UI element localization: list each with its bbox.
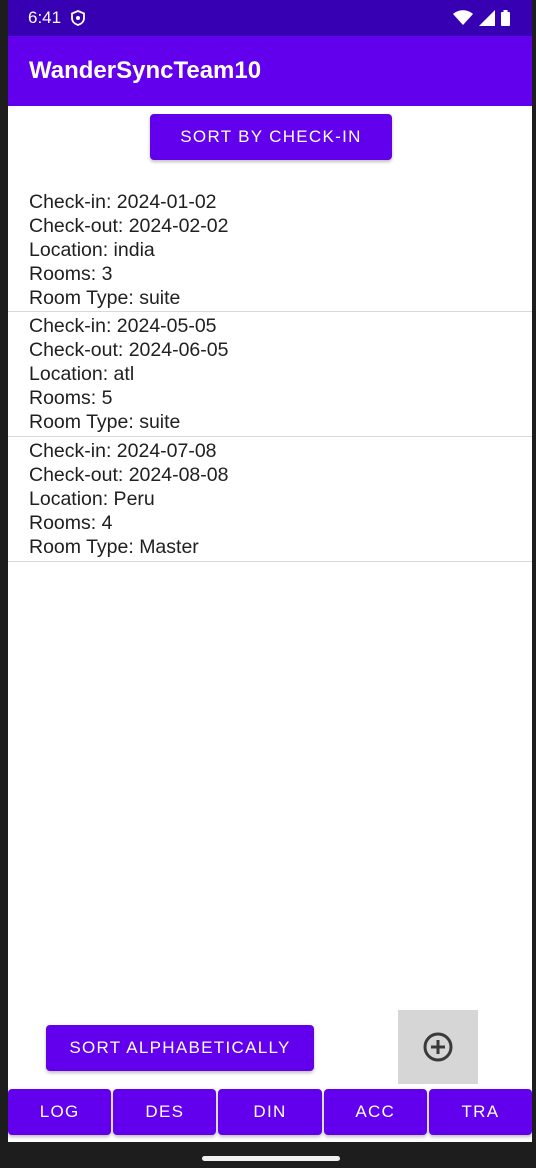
sort-alphabetically-button[interactable]: SORT ALPHABETICALLY (46, 1025, 314, 1071)
shield-icon (71, 10, 85, 26)
rooms-text: Rooms: 3 (29, 263, 113, 285)
checkout-text: Check-out: 2024-06-05 (29, 339, 229, 361)
location-text: Location: Peru (29, 488, 155, 510)
reservation-list: Check-in: 2024-01-02 Check-out: 2024-02-… (8, 188, 532, 562)
wifi-icon (453, 10, 473, 25)
checkout-text: Check-out: 2024-08-08 (29, 464, 229, 486)
nav-des-button[interactable]: DES (113, 1089, 217, 1135)
checkin-text: Check-in: 2024-01-02 (29, 191, 217, 213)
location-text: Location: atl (29, 363, 135, 385)
sort-by-checkin-button[interactable]: SORT BY CHECK-IN (150, 114, 392, 160)
status-icons (453, 10, 510, 26)
nav-din-button[interactable]: DIN (218, 1089, 322, 1135)
location-text: Location: india (29, 239, 155, 261)
bottom-nav: LOG DES DIN ACC TRA (8, 1089, 532, 1135)
status-bar: 6:41 (8, 0, 532, 36)
reservation-item[interactable]: Check-in: 2024-01-02 Check-out: 2024-02-… (8, 188, 532, 312)
rooms-text: Rooms: 4 (29, 512, 113, 534)
checkin-text: Check-in: 2024-05-05 (29, 315, 217, 337)
app-title: WanderSyncTeam10 (29, 57, 262, 84)
app-screen: 6:41 WanderSyncTeam10 SORT BY CHECK-IN C… (8, 0, 532, 1142)
nav-tra-button[interactable]: TRA (428, 1089, 532, 1135)
checkin-text: Check-in: 2024-07-08 (29, 440, 217, 462)
room-type-text: Room Type: Master (29, 536, 199, 558)
signal-icon (479, 10, 495, 26)
checkout-text: Check-out: 2024-02-02 (29, 215, 229, 237)
rooms-text: Rooms: 5 (29, 387, 113, 409)
gesture-handle[interactable] (202, 1156, 340, 1161)
add-circle-icon (423, 1032, 453, 1062)
nav-log-button[interactable]: LOG (8, 1089, 112, 1135)
reservation-item[interactable]: Check-in: 2024-05-05 Check-out: 2024-06-… (8, 312, 532, 437)
reservation-item[interactable]: Check-in: 2024-07-08 Check-out: 2024-08-… (8, 437, 532, 562)
status-time: 6:41 (28, 8, 62, 27)
app-bar: WanderSyncTeam10 (8, 36, 532, 106)
room-type-text: Room Type: suite (29, 287, 181, 309)
add-button[interactable] (398, 1010, 478, 1084)
room-type-text: Room Type: suite (29, 411, 181, 433)
battery-icon (501, 10, 510, 26)
nav-acc-button[interactable]: ACC (323, 1089, 427, 1135)
